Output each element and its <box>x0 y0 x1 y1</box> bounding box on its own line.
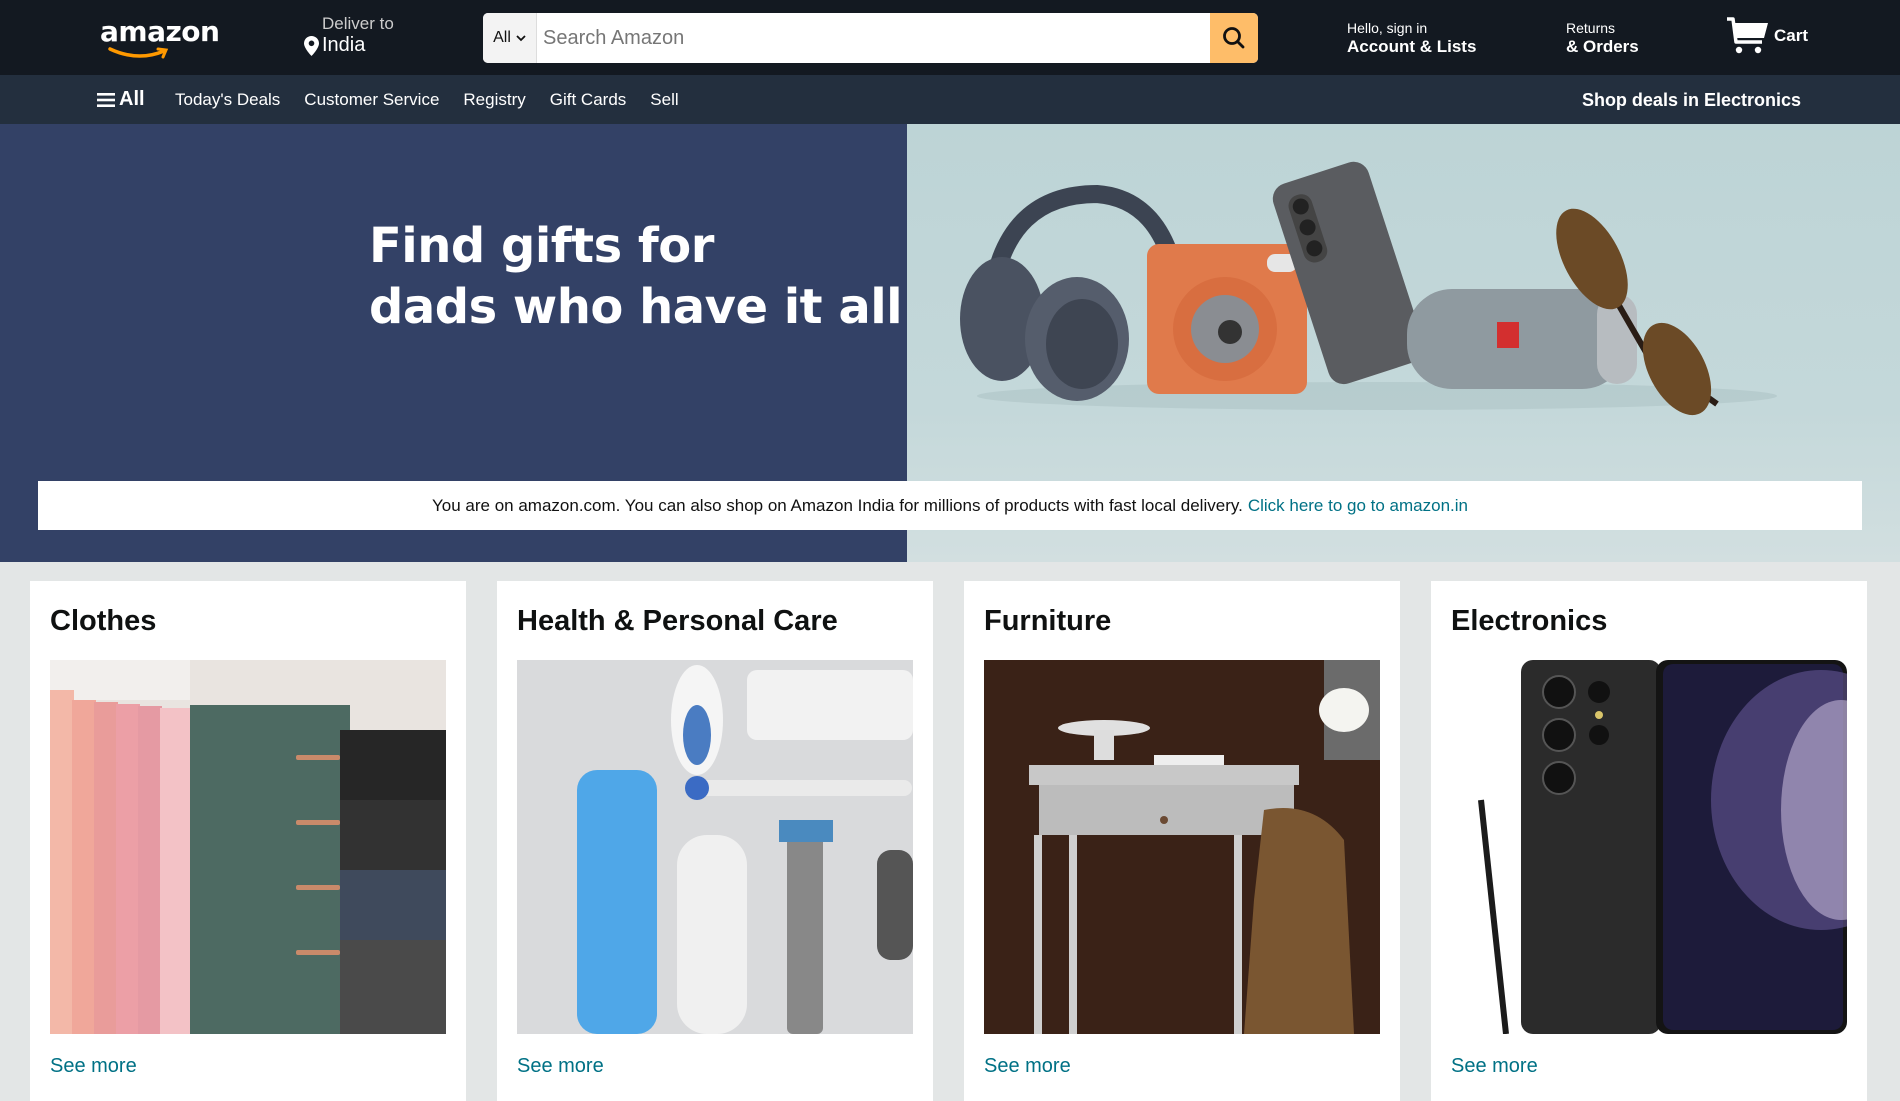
nav-item-customer-service[interactable]: Customer Service <box>304 90 439 110</box>
shop-deals-electronics-link[interactable]: Shop deals in Electronics <box>1582 90 1801 111</box>
all-menu-label: All <box>119 88 145 110</box>
nav-item-registry[interactable]: Registry <box>463 90 525 110</box>
health-personal-care-image[interactable] <box>517 660 913 1034</box>
furniture-image[interactable] <box>984 660 1380 1034</box>
orders-label: & Orders <box>1566 37 1639 56</box>
hamburger-menu-icon <box>97 92 115 107</box>
see-more-link[interactable]: See more <box>984 1055 1071 1078</box>
hero-title: Find gifts for dads who have it all <box>369 216 903 338</box>
search-input[interactable] <box>537 13 1210 63</box>
search-button[interactable] <box>1210 13 1258 63</box>
nav-item-sell[interactable]: Sell <box>650 90 678 110</box>
card-title: Furniture <box>984 605 1112 637</box>
logo-smile-icon <box>108 47 169 59</box>
clothes-image[interactable] <box>50 660 446 1034</box>
card-title: Clothes <box>50 605 157 637</box>
see-more-link[interactable]: See more <box>1451 1055 1538 1078</box>
search-icon <box>1223 27 1245 49</box>
search-category-dropdown[interactable]: All <box>483 13 537 63</box>
cart-button[interactable]: Cart <box>1726 16 1808 56</box>
nav-item-todays-deals[interactable]: Today's Deals <box>175 90 280 110</box>
see-more-link[interactable]: See more <box>50 1055 137 1078</box>
category-card-furniture: Furniture See more <box>964 581 1400 1101</box>
nav-item-gift-cards[interactable]: Gift Cards <box>550 90 627 110</box>
hero-title-line-1: Find gifts for <box>369 218 714 274</box>
go-to-amazon-in-link[interactable]: Click here to go to amazon.in <box>1248 496 1468 516</box>
chevron-down-icon <box>516 34 526 41</box>
card-title: Electronics <box>1451 605 1608 637</box>
banner-message: You are on amazon.com. You can also shop… <box>432 495 1243 515</box>
see-more-link[interactable]: See more <box>517 1055 604 1078</box>
account-lists-label: Account & Lists <box>1347 37 1477 56</box>
cart-label: Cart <box>1774 26 1809 45</box>
electronics-image[interactable] <box>1451 660 1847 1034</box>
returns-label: Returns <box>1566 20 1616 36</box>
instant-camera-image <box>1147 244 1307 394</box>
account-and-lists[interactable]: Hello, sign in Account & Lists <box>1347 20 1476 57</box>
category-card-electronics: Electronics See more <box>1431 581 1867 1101</box>
card-title: Health & Personal Care <box>517 605 838 637</box>
category-card-clothes: Clothes See more <box>30 581 466 1101</box>
location-pin-icon <box>304 36 319 56</box>
search-bar: All <box>483 13 1258 63</box>
amazon-logo[interactable]: amazon <box>100 15 220 59</box>
account-greeting: Hello, sign in <box>1347 20 1428 36</box>
deliver-label: Deliver to <box>322 14 394 33</box>
deliver-location: India <box>322 34 366 56</box>
search-category-label: All <box>493 29 511 46</box>
locale-redirect-banner: You are on amazon.com. You can also shop… <box>38 481 1862 530</box>
cart-icon <box>1727 17 1768 54</box>
top-header: amazon Deliver to India All Hello <box>0 0 1900 75</box>
category-card-health-personal-care: Health & Personal Care See more <box>497 581 933 1101</box>
all-menu-button[interactable]: All <box>97 88 145 111</box>
nav-bar: All Today's Deals Customer Service Regis… <box>0 75 1900 124</box>
returns-and-orders[interactable]: Returns & Orders <box>1566 20 1639 57</box>
logo-text: amazon <box>100 15 220 48</box>
nav-links: Today's Deals Customer Service Registry … <box>175 90 679 110</box>
headphones-image <box>960 184 1186 401</box>
hero-title-line-2: dads who have it all <box>369 279 903 335</box>
